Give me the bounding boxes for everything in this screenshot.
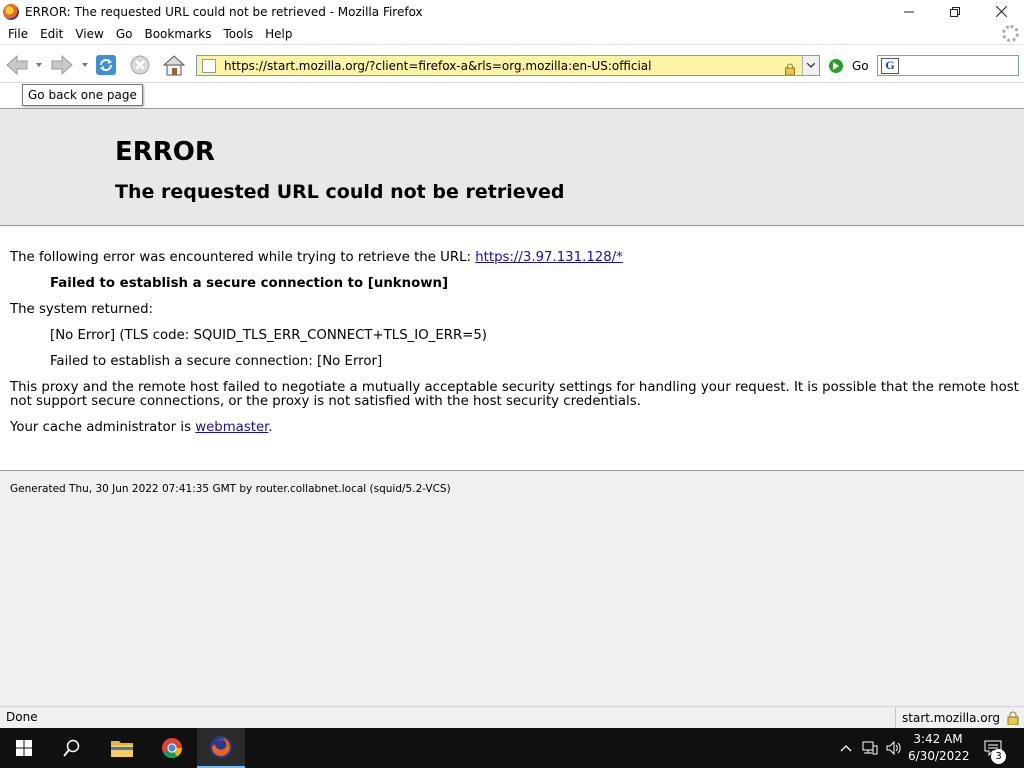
show-hidden-icons-button[interactable] [838, 740, 854, 756]
minimize-button[interactable] [886, 0, 932, 23]
forward-arrow-icon [51, 54, 73, 76]
menu-bar: File Edit View Go Bookmarks Tools Help [0, 23, 1024, 45]
menu-help[interactable]: Help [259, 27, 298, 41]
cache-admin-prefix: Your cache administrator is [10, 420, 196, 435]
generated-footer: Generated Thu, 30 Jun 2022 07:41:35 GMT … [10, 483, 451, 495]
stop-icon [130, 55, 150, 75]
back-arrow-icon [6, 54, 28, 76]
activity-throbber-icon [1002, 25, 1019, 42]
window-title: ERROR: The requested URL could not be re… [25, 4, 423, 19]
lock-icon[interactable] [784, 60, 796, 75]
reload-button[interactable] [94, 53, 118, 77]
window-controls [886, 0, 1024, 23]
error-subtitle: The requested URL could not be retrieved [115, 181, 565, 203]
system-clock[interactable]: 3:42 AM 6/30/2022 [908, 731, 970, 765]
status-bar: Done start.mozilla.org [0, 706, 1024, 728]
system-returned-label: The system returned: [10, 302, 154, 317]
explanation-line-1: This proxy and the remote host failed to… [10, 380, 1024, 395]
file-explorer-button[interactable] [98, 728, 146, 768]
tls-code-text: [No Error] (TLS code: SQUID_TLS_ERR_CONN… [50, 328, 487, 343]
status-host: start.mozilla.org [902, 710, 1000, 725]
url-text[interactable]: https://start.mozilla.org/?client=firefo… [224, 59, 784, 73]
search-icon [63, 739, 80, 757]
windows-logo-icon [16, 740, 32, 756]
go-button[interactable]: Go [829, 59, 869, 73]
page-content: ERROR The requested URL could not be ret… [0, 108, 1024, 706]
close-icon [995, 6, 1007, 17]
start-button[interactable] [0, 728, 48, 768]
menu-view[interactable]: View [69, 27, 109, 41]
restore-button[interactable] [932, 0, 978, 23]
explanation-line-2: not support secure connections, or the p… [10, 394, 641, 409]
restore-icon [950, 6, 960, 17]
title-bar: ERROR: The requested URL could not be re… [0, 0, 1024, 23]
failed-connection-text: Failed to establish a secure connection:… [50, 354, 383, 369]
stop-button[interactable] [128, 53, 152, 77]
search-button[interactable] [48, 728, 96, 768]
firefox-icon [210, 736, 232, 758]
error-url-line: The following error was encountered whil… [10, 250, 623, 265]
menu-go[interactable]: Go [110, 27, 139, 41]
page-favicon-icon [202, 58, 216, 73]
error-header: ERROR The requested URL could not be ret… [0, 108, 1024, 226]
error-url-link[interactable]: https://3.97.131.128/* [475, 250, 623, 265]
menu-file[interactable]: File [2, 27, 34, 41]
search-input[interactable]: G [877, 55, 1019, 76]
status-security-panel[interactable]: start.mozilla.org [895, 707, 1024, 728]
menu-bookmarks[interactable]: Bookmarks [138, 27, 217, 41]
cache-admin-suffix: . [268, 420, 273, 435]
close-button[interactable] [978, 0, 1024, 23]
back-button[interactable] [5, 53, 29, 77]
network-icon [862, 741, 878, 755]
clock-time: 3:42 AM [913, 732, 963, 746]
error-message: Failed to establish a secure connection … [50, 276, 449, 291]
back-button-tooltip: Go back one page [22, 84, 143, 106]
go-label: Go [852, 59, 869, 73]
minimize-icon [904, 11, 914, 12]
folder-icon [111, 741, 133, 757]
error-url-prefix: The following error was encountered whil… [10, 250, 476, 265]
go-arrow-icon [829, 59, 843, 73]
clock-date: 6/30/2022 [908, 749, 970, 763]
volume-button[interactable] [886, 740, 902, 756]
menu-edit[interactable]: Edit [34, 27, 69, 41]
speaker-icon [886, 741, 901, 755]
chrome-button[interactable] [148, 728, 196, 768]
cache-admin-line: Your cache administrator is webmaster. [10, 420, 273, 435]
menu-tools[interactable]: Tools [218, 27, 260, 41]
reload-icon [96, 55, 116, 75]
chevron-down-icon [807, 63, 815, 68]
network-button[interactable] [862, 740, 878, 756]
taskbar: 3:42 AM 6/30/2022 3 [0, 728, 1024, 768]
home-icon [162, 55, 186, 76]
firefox-app-icon[interactable] [3, 3, 19, 20]
forward-button[interactable] [50, 53, 74, 77]
search-engine-icon[interactable]: G [881, 57, 899, 74]
error-body: The following error was encountered whil… [0, 227, 1024, 471]
notification-count-badge: 3 [991, 749, 1006, 764]
home-button[interactable] [162, 53, 186, 77]
chrome-icon [162, 738, 183, 759]
firefox-taskbar-button[interactable] [197, 728, 245, 768]
error-title: ERROR [115, 137, 215, 167]
url-history-dropdown[interactable] [802, 56, 819, 75]
padlock-icon[interactable] [1006, 711, 1020, 725]
status-text: Done [6, 710, 38, 724]
navigation-toolbar: https://start.mozilla.org/?client=firefo… [0, 46, 1024, 83]
address-bar[interactable]: https://start.mozilla.org/?client=firefo… [196, 55, 820, 76]
back-history-dropdown-icon[interactable] [36, 63, 42, 67]
forward-history-dropdown-icon[interactable] [82, 63, 88, 67]
chevron-up-icon [840, 745, 852, 752]
webmaster-link[interactable]: webmaster [195, 420, 268, 435]
